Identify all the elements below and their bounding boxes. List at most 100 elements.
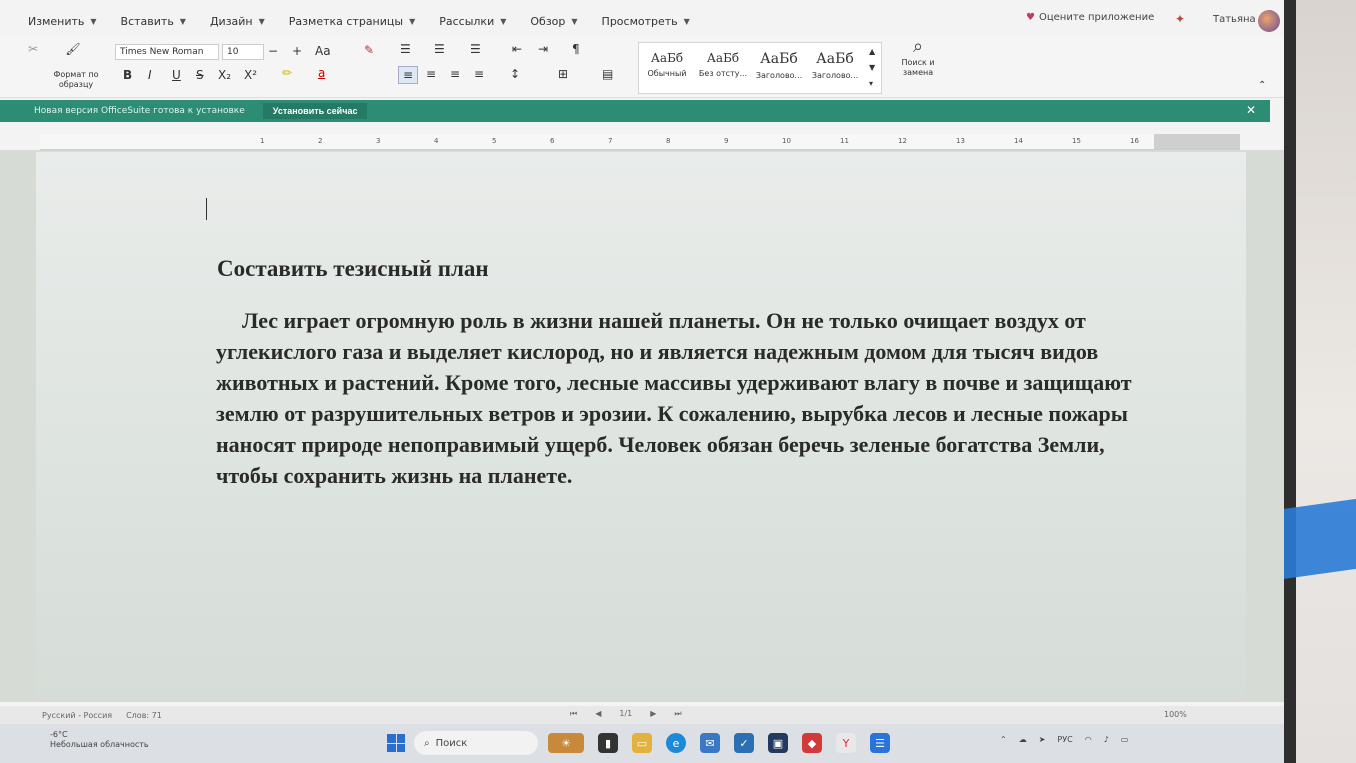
- status-language[interactable]: Русский - Россия: [42, 711, 112, 720]
- menu-page-layout[interactable]: Разметка страницы ▼: [289, 15, 415, 28]
- search-icon: ⌕: [912, 36, 924, 57]
- menu-mailings[interactable]: Рассылки ▼: [439, 15, 506, 28]
- document-title[interactable]: Составить тезисный план: [217, 256, 489, 282]
- task-view-icon[interactable]: ▮: [598, 733, 618, 753]
- bold-button[interactable]: B: [123, 68, 132, 82]
- style-normal[interactable]: АаБб Обычный: [639, 51, 695, 78]
- volume-icon[interactable]: ♪: [1104, 735, 1109, 744]
- font-name-select[interactable]: Times New Roman: [115, 44, 219, 60]
- officesuite-icon[interactable]: ☰: [870, 733, 890, 753]
- store-icon[interactable]: ▣: [768, 733, 788, 753]
- update-message: Новая версия OfficeSuite готова к устано…: [34, 106, 245, 116]
- underline-button[interactable]: U: [172, 68, 181, 82]
- shading-icon[interactable]: ▤: [602, 67, 613, 81]
- menu-view[interactable]: Просмотреть ▼: [602, 15, 690, 28]
- style-no-spacing[interactable]: АаБб Без отсту...: [695, 51, 751, 78]
- widgets-icon[interactable]: ☀: [548, 733, 584, 753]
- yandex-browser-icon[interactable]: Y: [836, 733, 856, 753]
- last-page-icon[interactable]: ⏭: [674, 709, 681, 719]
- ruler-number: 11: [840, 137, 849, 145]
- windows-start-icon[interactable]: [387, 734, 405, 752]
- weather-widget[interactable]: -6°C Небольшая облачность: [50, 730, 149, 750]
- cut-icon[interactable]: ✂: [26, 42, 40, 56]
- language-indicator[interactable]: РУС: [1057, 735, 1072, 744]
- format-painter-label[interactable]: Формат по образцу: [48, 70, 104, 90]
- vk-icon[interactable]: ✓: [734, 733, 754, 753]
- text-cursor: [206, 198, 207, 220]
- justify-icon[interactable]: ≡: [474, 67, 484, 81]
- next-page-icon[interactable]: ▶: [650, 709, 656, 719]
- align-left-icon[interactable]: ≡: [398, 66, 418, 84]
- chevron-down-icon: ▼: [409, 16, 416, 26]
- app-red-icon[interactable]: ◆: [802, 733, 822, 753]
- numbered-list-icon[interactable]: ☰: [434, 42, 445, 56]
- heart-icon: ♥: [1026, 12, 1035, 23]
- menu-design[interactable]: Дизайн ▼: [210, 15, 265, 28]
- styles-scroll-up-icon[interactable]: ▲: [869, 47, 875, 56]
- find-replace-button[interactable]: ⌕ Поиск и замена: [892, 36, 944, 78]
- rate-app-button[interactable]: ♥ Оцените приложение: [1026, 12, 1154, 23]
- line-spacing-icon[interactable]: ↕: [510, 67, 520, 81]
- align-center-icon[interactable]: ≡: [426, 67, 436, 81]
- font-color-icon[interactable]: a: [318, 66, 325, 80]
- ruler-number: 12: [898, 137, 907, 145]
- menu-insert[interactable]: Вставить ▼: [121, 15, 186, 28]
- styles-scroll-down-icon[interactable]: ▼: [869, 63, 875, 72]
- zoom-level[interactable]: 100%: [1164, 710, 1187, 719]
- pilcrow-button[interactable]: ¶: [572, 42, 580, 56]
- chevron-down-icon: ▼: [258, 16, 265, 26]
- clear-format-icon[interactable]: ✎: [364, 43, 374, 57]
- mail-icon[interactable]: ✉: [700, 733, 720, 753]
- change-case-button[interactable]: Aa: [315, 44, 331, 58]
- styles-more-icon[interactable]: ▾: [869, 79, 873, 88]
- style-heading-2[interactable]: АаБб Заголово...: [807, 51, 863, 80]
- styles-gallery: АаБб Обычный АаБб Без отсту... АаБб Заго…: [638, 42, 882, 94]
- cloud-icon[interactable]: ☁: [1019, 735, 1027, 744]
- borders-icon[interactable]: ⊞: [558, 67, 568, 81]
- chevron-down-icon: ▼: [179, 16, 186, 26]
- superscript-button[interactable]: X²: [244, 68, 257, 82]
- menu-review[interactable]: Обзор ▼: [530, 15, 577, 28]
- taskbar-search[interactable]: ⌕ Поиск: [414, 731, 538, 755]
- increase-indent-icon[interactable]: ⇥: [538, 42, 548, 56]
- style-heading-1[interactable]: АаБб Заголово...: [751, 51, 807, 80]
- avatar[interactable]: [1258, 10, 1280, 32]
- puzzle-icon[interactable]: ✦: [1175, 12, 1185, 26]
- prev-page-icon[interactable]: ◀: [595, 709, 601, 719]
- menu-bar: Изменить ▼ Вставить ▼ Дизайн ▼ Разметка стр…: [0, 8, 1284, 34]
- document-body[interactable]: Лес играет огромную роль в жизни нашей п…: [216, 305, 1151, 491]
- close-icon[interactable]: ✕: [1246, 103, 1256, 117]
- wifi-icon[interactable]: ◠: [1085, 735, 1092, 744]
- decrease-font-icon[interactable]: −: [268, 44, 278, 58]
- system-tray: ⌃ ☁ ➤ РУС ◠ ♪ ▭: [1000, 735, 1128, 744]
- increase-font-icon[interactable]: +: [292, 44, 302, 58]
- align-right-icon[interactable]: ≡: [450, 67, 460, 81]
- menu-edit[interactable]: Изменить ▼: [28, 15, 97, 28]
- first-page-icon[interactable]: ⏮: [570, 709, 577, 719]
- highlight-icon[interactable]: ✏: [282, 66, 292, 80]
- edge-icon[interactable]: e: [666, 733, 686, 753]
- tray-chevron-icon[interactable]: ⌃: [1000, 735, 1007, 744]
- search-icon: ⌕: [424, 737, 430, 749]
- decrease-indent-icon[interactable]: ⇤: [512, 42, 522, 56]
- subscript-button[interactable]: X₂: [218, 68, 231, 82]
- battery-icon[interactable]: ▭: [1121, 735, 1129, 744]
- font-size-select[interactable]: 10: [222, 44, 264, 60]
- chevron-down-icon: ▼: [500, 16, 507, 26]
- user-name[interactable]: Татьяна: [1213, 14, 1256, 25]
- italic-button[interactable]: I: [148, 68, 152, 82]
- install-now-button[interactable]: Установить сейчас: [262, 103, 368, 119]
- ruler-number: 4: [434, 137, 439, 145]
- taskbar: -6°C Небольшая облачность ⌕ Поиск ☀ ▮ ▭ …: [0, 724, 1284, 763]
- ruler-number: 13: [956, 137, 965, 145]
- multilevel-list-icon[interactable]: ☰: [470, 42, 481, 56]
- format-painter-icon[interactable]: 🖌: [64, 40, 82, 58]
- chevron-down-icon: ▼: [683, 16, 690, 26]
- bullet-list-icon[interactable]: ☰: [400, 42, 411, 56]
- ruler-number: 8: [666, 137, 671, 145]
- ruler-number: 16: [1130, 137, 1139, 145]
- send-icon[interactable]: ➤: [1039, 735, 1046, 744]
- ribbon-collapse-icon[interactable]: ⌃: [1258, 80, 1266, 91]
- strikethrough-button[interactable]: S: [196, 68, 204, 82]
- file-explorer-icon[interactable]: ▭: [632, 733, 652, 753]
